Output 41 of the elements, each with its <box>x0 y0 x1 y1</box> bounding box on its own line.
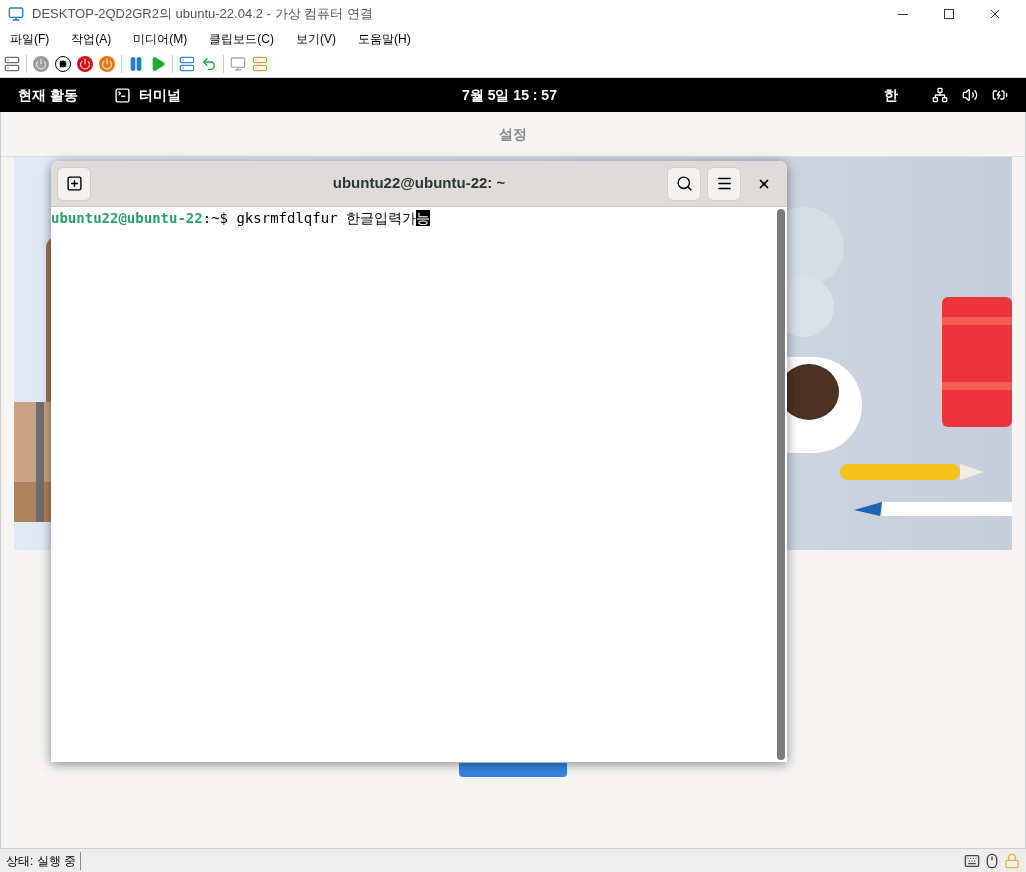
power-icon[interactable] <box>99 55 115 72</box>
pause-icon[interactable] <box>128 55 144 72</box>
search-button[interactable] <box>667 166 701 201</box>
menu-item[interactable]: 도움말(H) <box>358 30 411 48</box>
new-tab-button[interactable] <box>57 166 91 201</box>
menu-icon <box>715 175 733 192</box>
server-icon[interactable] <box>4 55 20 72</box>
terminal-icon <box>113 86 131 104</box>
battery-icon[interactable] <box>992 87 1008 103</box>
start-button[interactable] <box>459 763 567 777</box>
clock[interactable]: 7월 5일 15 : 57 <box>462 84 557 106</box>
power-icon[interactable] <box>33 55 49 72</box>
menu-item[interactable]: 작업(A) <box>71 30 112 48</box>
settings-title: 설정 <box>499 124 527 144</box>
window-title: DESKTOP-2QD2GR2의 ubuntu-22.04.2 - 가상 컴퓨터 연결 <box>32 5 373 24</box>
revert-icon[interactable] <box>201 55 217 72</box>
input-method-indicator[interactable]: 한 <box>884 84 898 106</box>
prompt-user: ubuntu22@ubuntu-22 <box>51 210 203 226</box>
network-icon[interactable] <box>932 87 948 103</box>
menu-item[interactable]: 미디어(M) <box>133 30 188 48</box>
command-text: gksrmfdlqfur 한글입력가 <box>236 210 416 226</box>
text-cursor: 능 <box>416 210 430 226</box>
menu-item[interactable]: 클립보드(C) <box>209 30 274 48</box>
play-icon[interactable] <box>150 55 166 72</box>
app-menu[interactable]: 터미널 <box>138 84 181 106</box>
menu-button[interactable] <box>707 166 741 201</box>
volume-icon[interactable] <box>962 87 978 103</box>
menu-item[interactable]: 보기(V) <box>296 30 336 48</box>
terminal-title: ubuntu22@ubuntu-22: ~ <box>331 173 507 194</box>
menu-item[interactable]: 파일(F) <box>10 30 50 48</box>
activities-button[interactable]: 현재 활동 <box>18 84 78 106</box>
scrollbar[interactable] <box>775 207 787 762</box>
lock-icon <box>1004 852 1020 869</box>
prompt-path: :~$ <box>202 210 229 226</box>
status-text: 상태: 실행 중 <box>6 851 81 870</box>
monitor-icon <box>8 6 24 22</box>
keyboard-icon <box>964 852 980 869</box>
search-icon <box>675 175 693 192</box>
mouse-icon <box>984 852 1000 869</box>
plus-icon <box>65 175 83 192</box>
power-icon[interactable] <box>77 55 93 72</box>
